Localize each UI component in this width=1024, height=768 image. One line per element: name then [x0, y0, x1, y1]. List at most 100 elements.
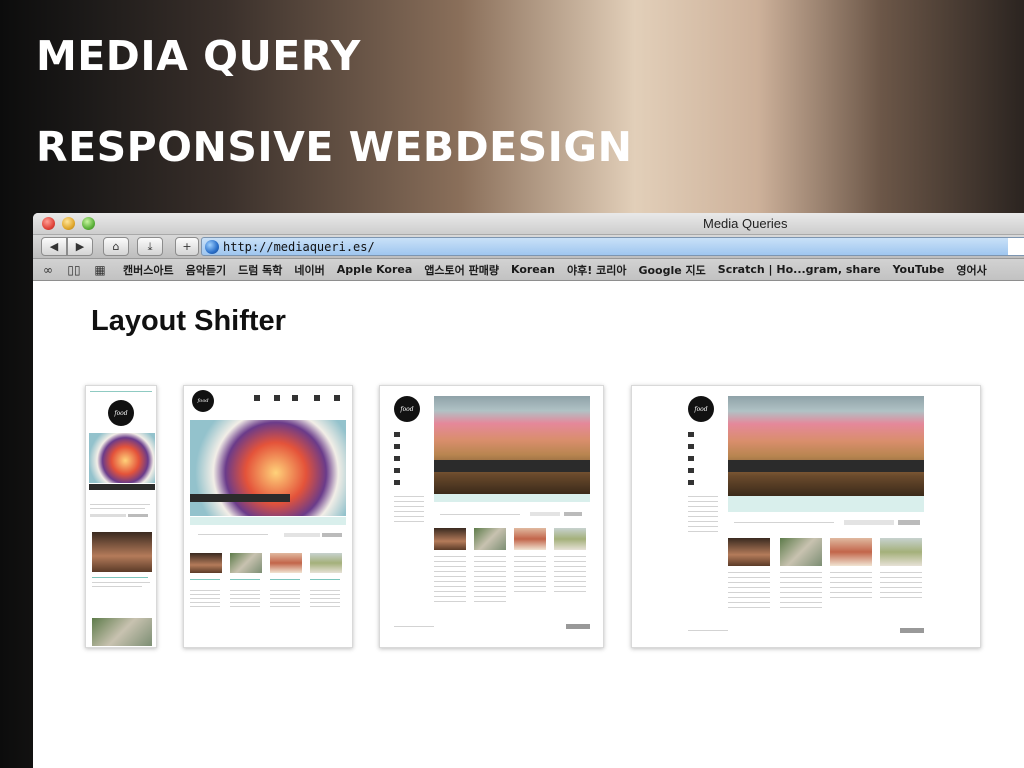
window-title: Media Queries: [703, 216, 788, 231]
nav-icon: [274, 395, 280, 401]
sidebar-text: [394, 496, 424, 526]
home-button[interactable]: ⌂: [103, 237, 129, 256]
hero-bread-image: [728, 396, 924, 496]
post-excerpt: [728, 572, 770, 612]
post-photo: [434, 528, 466, 550]
page-content: Layout Shifter food food food food: [33, 283, 1024, 768]
subscribe-field: [284, 533, 320, 537]
plus-icon: +: [182, 240, 192, 253]
grid-icon[interactable]: ▦: [89, 263, 111, 277]
subscribe-button: [564, 512, 582, 516]
text-line: [92, 586, 142, 587]
food-sense-logo: food: [108, 400, 134, 426]
post-excerpt: [554, 556, 586, 596]
subscribe-button: [322, 533, 342, 537]
footer-text: [688, 630, 728, 631]
nav-icon: [688, 480, 694, 485]
downloads-button[interactable]: ⤓: [137, 237, 163, 256]
post-photo: [92, 532, 152, 572]
text-line: [90, 508, 145, 509]
add-bookmark-button[interactable]: +: [175, 237, 199, 256]
sidebar-text: [688, 496, 718, 536]
forward-arrow-icon: ▶: [75, 240, 85, 253]
bookmark-item[interactable]: 영어사: [956, 262, 986, 278]
post-excerpt: [270, 590, 300, 608]
social-icons: [566, 624, 590, 629]
layout-preview-desktop[interactable]: food: [379, 385, 604, 648]
post-photo: [270, 553, 302, 573]
nav-icon: [394, 468, 400, 473]
hero-caption-bar: [89, 484, 155, 490]
post-photo: [780, 538, 822, 566]
post-title-line: [230, 579, 260, 580]
subscribe-field: [90, 514, 126, 517]
post-title-line: [92, 577, 148, 578]
close-window-button[interactable]: [42, 217, 55, 230]
zoom-window-button[interactable]: [82, 217, 95, 230]
nav-icon: [394, 456, 400, 461]
subscribe-button: [898, 520, 920, 525]
post-title-line: [270, 579, 300, 580]
post-excerpt: [780, 572, 822, 612]
nav-icon: [394, 444, 400, 449]
mobile-nav-links: [90, 391, 152, 392]
post-excerpt: [230, 590, 260, 608]
text-line: [92, 582, 150, 583]
text-line: [440, 514, 520, 515]
bookmark-item[interactable]: Scratch | Ho...gram, share: [718, 263, 881, 276]
hero-food-image: [89, 433, 155, 483]
post-photo: [190, 553, 222, 573]
nav-icon: [292, 395, 298, 401]
slide-title-responsive-webdesign: RESPONSIVE WEBDESIGN: [36, 123, 633, 171]
globe-icon: [205, 239, 219, 254]
post-title-line: [190, 579, 220, 580]
subscribe-field: [844, 520, 894, 525]
reading-glasses-icon[interactable]: ∞: [37, 263, 59, 277]
nav-icon: [314, 395, 320, 401]
bookmark-item[interactable]: Korean: [511, 263, 555, 276]
food-sense-logo: food: [688, 396, 714, 422]
bookmark-item[interactable]: YouTube: [893, 263, 945, 276]
bookmark-item[interactable]: 앱스토어 판매량: [424, 262, 499, 278]
browser-toolbar: ◀ ▶ ⌂ ⤓ + http://mediaqueri.es/: [33, 235, 1024, 259]
hero-caption-bar: [190, 494, 290, 502]
layout-preview-mobile[interactable]: food: [85, 385, 157, 648]
forward-button[interactable]: ▶: [67, 237, 93, 256]
bookmarks-bar: ∞ ▯▯ ▦ 캔버스아트 음악듣기 드럼 독학 네이버 Apple Korea …: [33, 259, 1024, 281]
subscribe-field: [530, 512, 560, 516]
nav-icon: [688, 432, 694, 437]
minimize-window-button[interactable]: [62, 217, 75, 230]
back-button[interactable]: ◀: [41, 237, 67, 256]
category-bar: [434, 494, 590, 502]
url-text: http://mediaqueri.es/: [223, 239, 375, 254]
text-line: [90, 504, 150, 505]
nav-icon: [254, 395, 260, 401]
category-bar: [190, 517, 346, 525]
bookmark-item[interactable]: 야후! 코리아: [567, 262, 626, 278]
subscribe-button: [128, 514, 148, 517]
bookmark-item[interactable]: 네이버: [294, 262, 324, 278]
book-icon[interactable]: ▯▯: [63, 263, 85, 277]
post-photo: [474, 528, 506, 550]
post-excerpt: [310, 590, 340, 608]
post-photo: [728, 538, 770, 566]
post-excerpt: [474, 556, 506, 606]
bookmark-item[interactable]: 음악듣기: [186, 262, 226, 278]
layout-preview-wide[interactable]: food: [631, 385, 981, 648]
nav-icon: [688, 456, 694, 461]
footer-text: [394, 626, 434, 627]
post-photo: [830, 538, 872, 566]
post-title-line: [310, 579, 340, 580]
bookmark-item[interactable]: Google 지도: [638, 262, 705, 278]
bookmark-item[interactable]: 드럼 독학: [238, 262, 282, 278]
page-title: Layout Shifter: [91, 305, 286, 337]
bookmark-item[interactable]: 캔버스아트: [123, 262, 174, 278]
post-photo: [514, 528, 546, 550]
bookmark-item[interactable]: Apple Korea: [337, 263, 413, 276]
nav-icon: [688, 444, 694, 449]
post-excerpt: [514, 556, 546, 596]
address-bar[interactable]: http://mediaqueri.es/: [201, 237, 1024, 256]
text-line: [734, 522, 834, 523]
nav-icon: [334, 395, 340, 401]
layout-preview-tablet[interactable]: food: [183, 385, 353, 648]
